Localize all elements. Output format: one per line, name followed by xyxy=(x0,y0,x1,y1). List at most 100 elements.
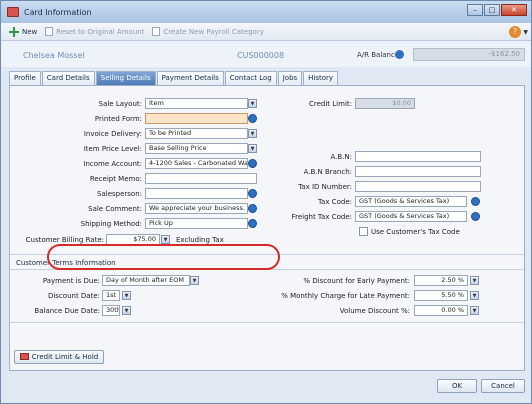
printed-form-label: Printed Form: xyxy=(94,115,142,123)
payment-due-field[interactable]: Day of Month after EOM xyxy=(102,275,190,286)
reset-amount-button[interactable]: Reset to Original Amount xyxy=(45,27,144,36)
payment-due-dropdown-icon[interactable]: ▼ xyxy=(190,276,199,285)
freight-tax-code-label: Freight Tax Code: xyxy=(291,213,352,221)
tab-selling-details[interactable]: Selling Details xyxy=(95,71,156,85)
tab-bar: Profile Card Details Selling Details Pay… xyxy=(9,71,339,85)
sale-layout-dropdown-icon[interactable]: ▼ xyxy=(248,99,257,108)
discount-date-dropdown-icon[interactable]: ▼ xyxy=(122,291,131,300)
card-header: Chelsea Mossel CUS000008 A/R Balance: -$… xyxy=(1,41,531,67)
use-customer-tax-label: Use Customer's Tax Code xyxy=(371,228,460,236)
card-name: Chelsea Mossel xyxy=(23,51,85,60)
printed-form-search-icon[interactable] xyxy=(248,114,257,123)
tax-id-label: Tax ID Number: xyxy=(298,183,352,191)
card-information-window: Card Information – □ ✕ New Reset to Orig… xyxy=(0,0,532,404)
billing-rate-tax-label: Excluding Tax xyxy=(176,236,224,244)
late-charge-label: % Monthly Charge for Late Payment: xyxy=(281,292,410,300)
sale-layout-label: Sale Layout: xyxy=(98,100,142,108)
abn-field[interactable] xyxy=(355,151,481,162)
invoice-delivery-dropdown-icon[interactable]: ▼ xyxy=(248,129,257,138)
ar-balance-field: -$162.50 xyxy=(413,48,525,61)
billing-rate-highlight-circle xyxy=(47,244,280,270)
tab-payment-details[interactable]: Payment Details xyxy=(156,71,224,85)
income-account-field[interactable]: 4-1200 Sales - Carbonated Wat xyxy=(145,158,248,169)
cancel-button[interactable]: Cancel xyxy=(481,379,525,393)
tab-card-details[interactable]: Card Details xyxy=(41,71,95,85)
plus-icon xyxy=(9,26,19,37)
volume-discount-field[interactable]: 0.00 % xyxy=(414,305,468,316)
billing-rate-dropdown-icon[interactable]: ▼ xyxy=(161,235,170,244)
shipping-method-label: Shipping Method: xyxy=(80,220,142,228)
balance-due-dropdown-icon[interactable]: ▼ xyxy=(122,306,131,315)
credit-limit-field: $0.00 xyxy=(355,98,415,109)
balance-due-label: Balance Due Date: xyxy=(34,307,100,315)
receipt-memo-label: Receipt Memo: xyxy=(89,175,142,183)
abn-label: A.B.N: xyxy=(330,153,352,161)
tax-id-field[interactable] xyxy=(355,181,481,192)
create-payroll-label: Create New Payroll Category xyxy=(163,27,264,36)
ar-balance-zoom-icon[interactable] xyxy=(395,50,404,59)
printed-form-field[interactable] xyxy=(145,113,248,124)
toolbar: New Reset to Original Amount Create New … xyxy=(1,23,531,41)
card-id: CUS000008 xyxy=(237,51,285,60)
tax-code-search-icon[interactable] xyxy=(471,197,480,206)
discount-date-field[interactable]: 1st xyxy=(102,290,120,301)
tab-profile[interactable]: Profile xyxy=(9,71,41,85)
shipping-method-search-icon[interactable] xyxy=(248,219,257,228)
income-account-search-icon[interactable] xyxy=(248,159,257,168)
maximize-button[interactable]: □ xyxy=(484,4,500,16)
payment-due-label: Payment is Due: xyxy=(42,277,100,285)
tab-jobs[interactable]: Jobs xyxy=(277,71,303,85)
help-icon[interactable]: ? xyxy=(509,26,521,38)
reset-icon xyxy=(45,27,54,36)
ok-button[interactable]: OK xyxy=(437,379,477,393)
invoice-delivery-label: Invoice Delivery: xyxy=(83,130,142,138)
credit-limit-hold-label: Credit Limit & Hold xyxy=(31,353,99,361)
discount-date-label: Discount Date: xyxy=(47,292,100,300)
tax-code-field[interactable]: GST (Goods & Services Tax) xyxy=(355,196,467,207)
sale-comment-field[interactable]: We appreciate your business. xyxy=(145,203,248,214)
sale-comment-search-icon[interactable] xyxy=(248,204,257,213)
new-button[interactable]: New xyxy=(9,26,38,37)
credit-limit-hold-button[interactable]: Credit Limit & Hold xyxy=(14,350,104,364)
salesperson-label: Salesperson: xyxy=(97,190,142,198)
window-controls: – □ ✕ xyxy=(466,4,527,16)
selling-details-panel: Sale Layout: Item ▼ Printed Form: Invoic… xyxy=(9,85,525,371)
tab-history[interactable]: History xyxy=(303,71,339,85)
new-label: New xyxy=(22,27,38,36)
late-charge-field[interactable]: 5.50 % xyxy=(414,290,468,301)
create-payroll-category-button[interactable]: Create New Payroll Category xyxy=(152,27,264,36)
payroll-icon xyxy=(152,27,161,36)
salesperson-search-icon[interactable] xyxy=(248,189,257,198)
salesperson-field[interactable] xyxy=(145,188,248,199)
receipt-memo-field[interactable] xyxy=(145,173,257,184)
late-charge-dropdown-icon[interactable]: ▼ xyxy=(470,291,479,300)
item-price-level-label: Item Price Level: xyxy=(83,145,142,153)
sale-comment-label: Sale Comment: xyxy=(88,205,142,213)
balance-due-field[interactable]: 30th xyxy=(102,305,120,316)
credit-limit-label: Credit Limit: xyxy=(309,100,352,108)
volume-discount-dropdown-icon[interactable]: ▼ xyxy=(470,306,479,315)
freight-tax-code-search-icon[interactable] xyxy=(471,212,480,221)
item-price-level-field[interactable]: Base Selling Price xyxy=(145,143,248,154)
title-bar: Card Information – □ ✕ xyxy=(1,1,531,23)
invoice-delivery-field[interactable]: To be Printed xyxy=(145,128,248,139)
tab-contact-log[interactable]: Contact Log xyxy=(224,71,277,85)
freight-tax-code-field[interactable]: GST (Goods & Services Tax) xyxy=(355,211,467,222)
sale-layout-field[interactable]: Item xyxy=(145,98,248,109)
early-discount-dropdown-icon[interactable]: ▼ xyxy=(470,276,479,285)
terms-divider-end xyxy=(10,322,524,323)
early-discount-label: % Discount for Early Payment: xyxy=(303,277,410,285)
use-customer-tax-checkbox[interactable] xyxy=(359,227,368,236)
reset-label: Reset to Original Amount xyxy=(56,27,145,36)
volume-discount-label: Volume Discount %: xyxy=(339,307,410,315)
item-price-level-dropdown-icon[interactable]: ▼ xyxy=(248,144,257,153)
shipping-method-field[interactable]: Pick Up xyxy=(145,218,248,229)
help-caret-icon[interactable]: ▼ xyxy=(523,29,528,36)
abn-branch-field[interactable] xyxy=(355,166,481,177)
window-title: Card Information xyxy=(24,7,92,17)
early-discount-field[interactable]: 2.50 % xyxy=(414,275,468,286)
minimize-button[interactable]: – xyxy=(467,4,483,16)
billing-rate-label: Customer Billing Rate: xyxy=(25,236,104,244)
credit-hold-icon xyxy=(19,353,29,360)
close-button[interactable]: ✕ xyxy=(501,4,527,16)
